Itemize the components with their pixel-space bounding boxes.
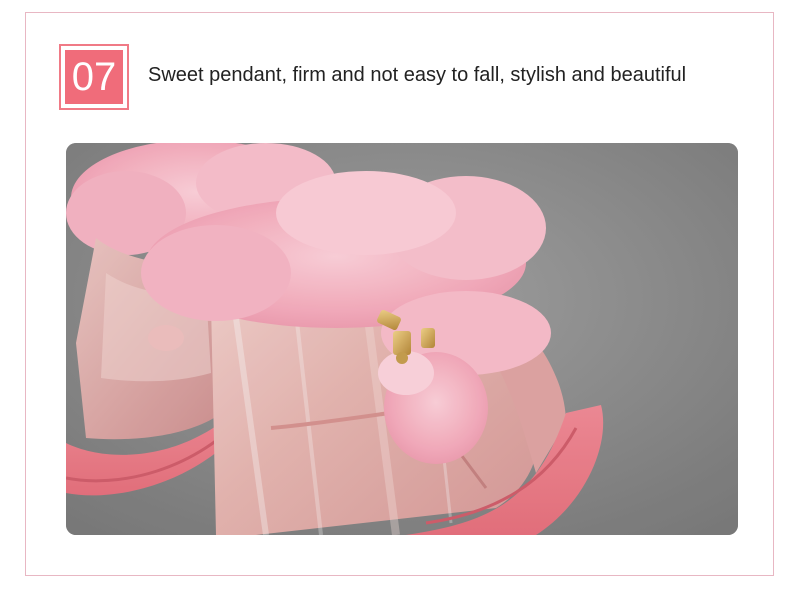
feature-caption: Sweet pendant, firm and not easy to fall…: [148, 64, 687, 86]
product-photo: [66, 143, 738, 535]
step-number: 07: [65, 50, 123, 104]
boots-illustration: [66, 143, 738, 535]
step-number-badge: 07: [59, 44, 129, 110]
